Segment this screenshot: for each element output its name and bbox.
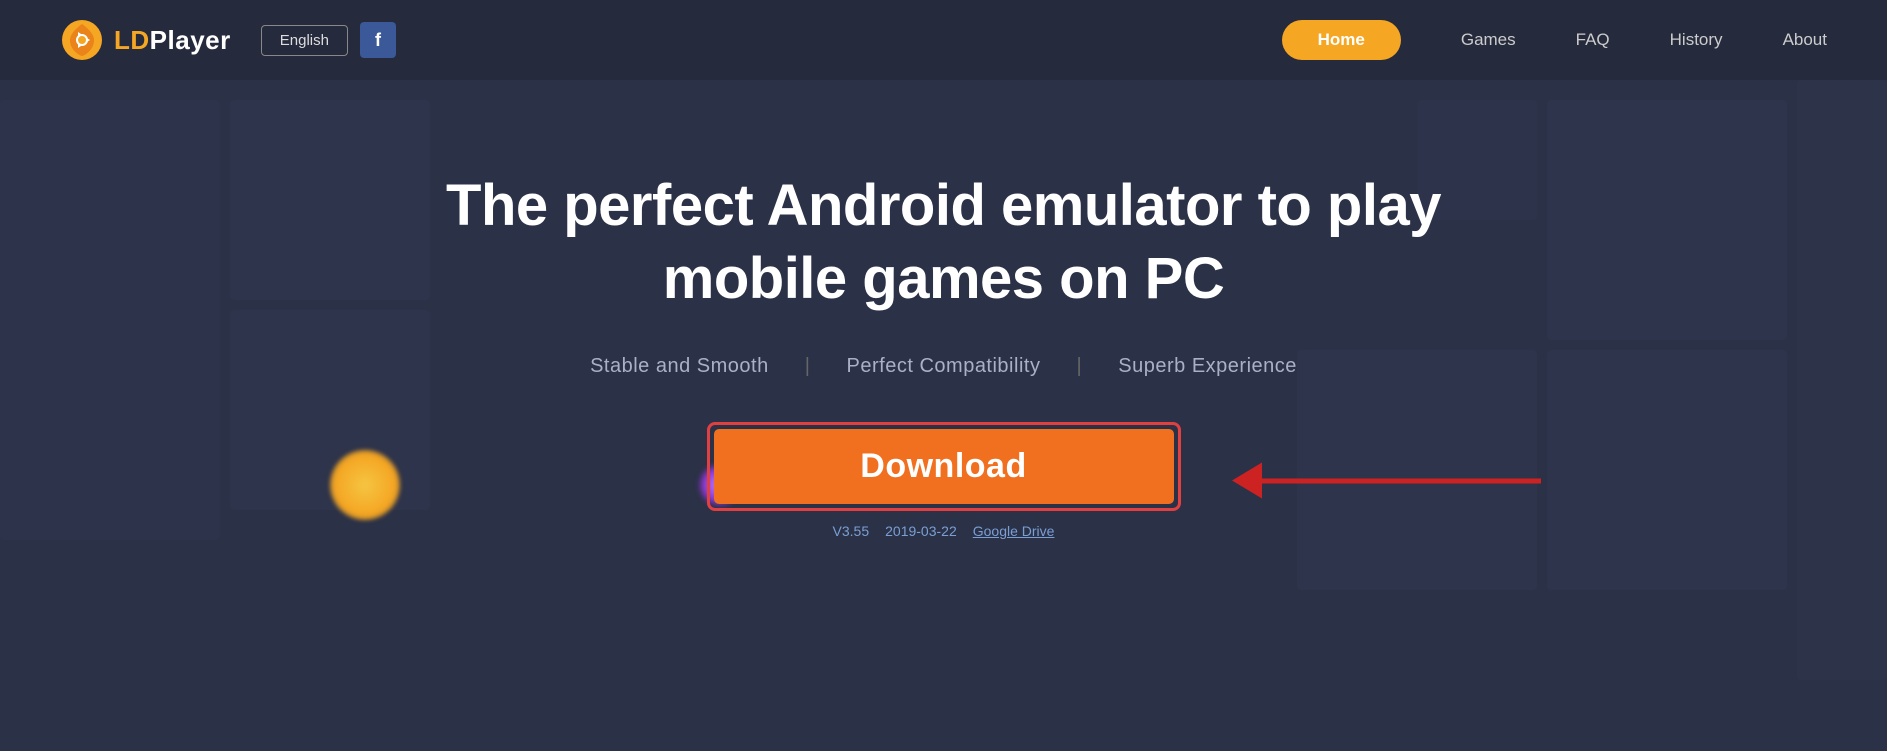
hero-headline: The perfect Android emulator to play mob… xyxy=(394,170,1494,315)
date-label: 2019-03-22 xyxy=(885,523,957,539)
arrow-line xyxy=(1261,478,1541,483)
nav-home-link[interactable]: Home xyxy=(1282,20,1401,60)
download-btn-wrapper: Download xyxy=(707,422,1181,511)
language-button[interactable]: English xyxy=(261,25,348,56)
download-button[interactable]: Download xyxy=(714,429,1174,504)
google-drive-link[interactable]: Google Drive xyxy=(973,523,1055,539)
nav-about-link[interactable]: About xyxy=(1783,30,1827,50)
subline-text-1: Stable and Smooth xyxy=(590,355,769,377)
download-meta: V3.55 2019-03-22 Google Drive xyxy=(833,523,1055,539)
download-area: Download V3.55 2019-03-22 Google Drive xyxy=(707,422,1181,539)
subline-sep-1: | xyxy=(805,355,811,377)
nav-faq-link[interactable]: FAQ xyxy=(1576,30,1610,50)
logo[interactable]: LDPlayer xyxy=(60,18,231,62)
subline-sep-2: | xyxy=(1077,355,1083,377)
facebook-button[interactable]: f xyxy=(360,22,396,58)
subline-text-3: Superb Experience xyxy=(1118,355,1297,377)
hero-subline: Stable and Smooth | Perfect Compatibilit… xyxy=(572,355,1315,378)
main-content: The perfect Android emulator to play mob… xyxy=(0,80,1887,539)
ldplayer-logo-icon xyxy=(60,18,104,62)
version-label: V3.55 xyxy=(833,523,870,539)
arrow-indicator xyxy=(1233,478,1541,483)
navbar: LDPlayer English f Home Games FAQ Histor… xyxy=(0,0,1887,80)
nav-history-link[interactable]: History xyxy=(1670,30,1723,50)
arrow-head xyxy=(1232,463,1262,499)
logo-text: LDPlayer xyxy=(114,25,231,56)
subline-text-2: Perfect Compatibility xyxy=(847,355,1041,377)
nav-games-link[interactable]: Games xyxy=(1461,30,1516,50)
nav-links: Home Games FAQ History About xyxy=(1282,20,1827,60)
